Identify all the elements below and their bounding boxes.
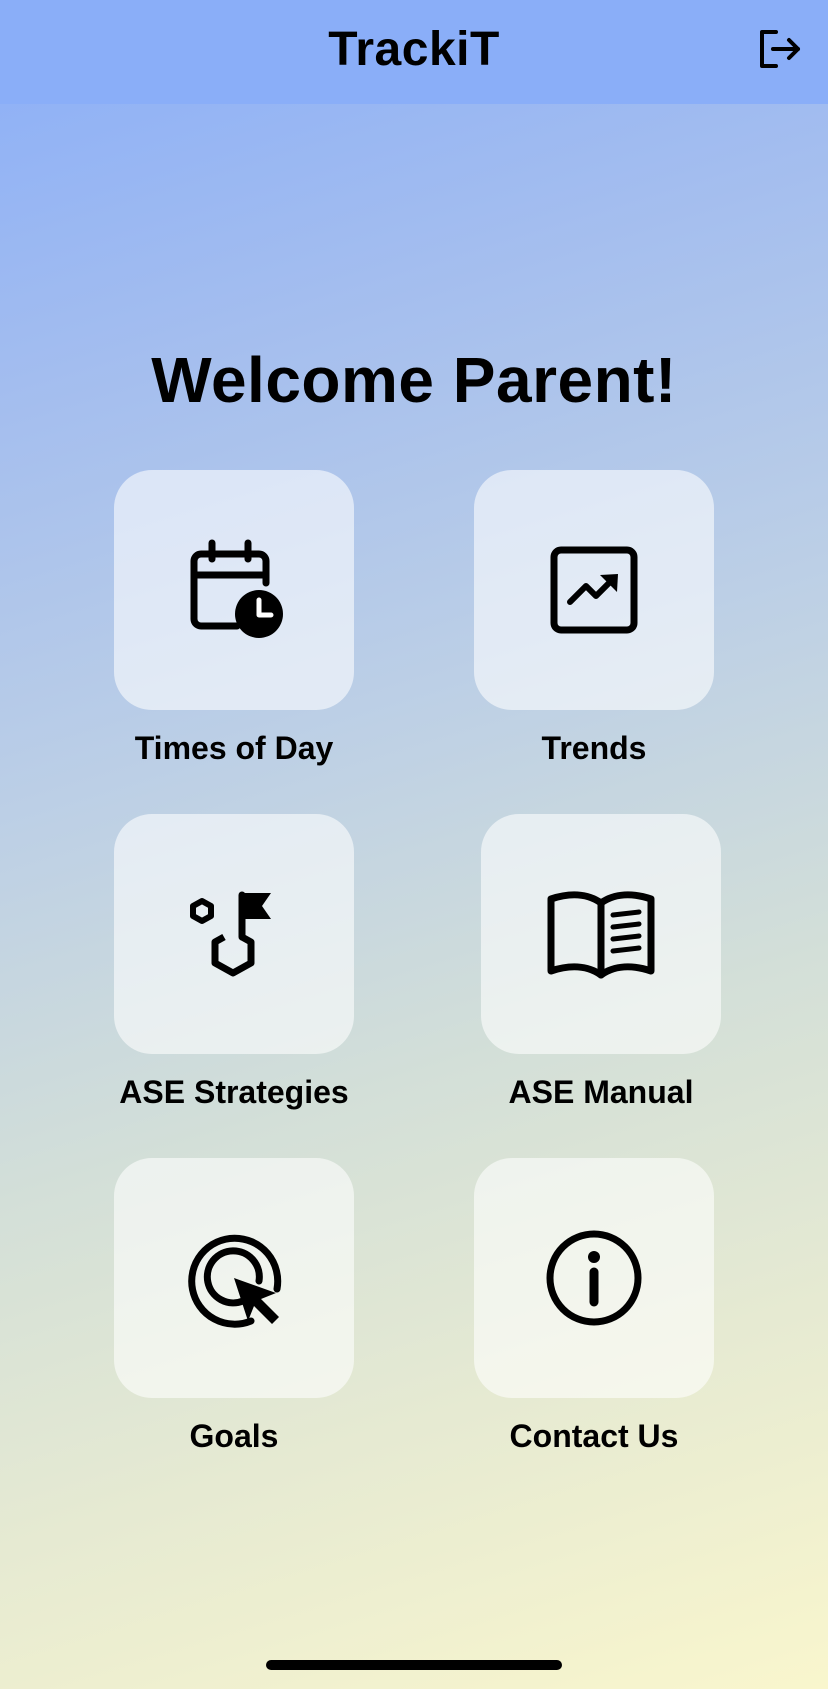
tile-card[interactable] bbox=[114, 814, 354, 1054]
tile-ase-strategies[interactable]: ASE Strategies bbox=[114, 814, 354, 1110]
tile-ase-manual[interactable]: ASE Manual bbox=[481, 814, 721, 1110]
strategy-flag-icon bbox=[179, 879, 289, 989]
app-title: TrackiT bbox=[328, 23, 500, 76]
tile-label: Goals bbox=[189, 1418, 279, 1454]
logout-icon[interactable] bbox=[754, 24, 804, 74]
home-indicator[interactable] bbox=[266, 1660, 562, 1670]
tile-contact-us[interactable]: Contact Us bbox=[474, 1158, 714, 1454]
tile-label: ASE Strategies bbox=[119, 1074, 349, 1110]
tile-label: ASE Manual bbox=[508, 1074, 694, 1110]
tile-card[interactable] bbox=[474, 1158, 714, 1398]
tile-goals[interactable]: Goals bbox=[114, 1158, 354, 1454]
calendar-clock-icon bbox=[179, 535, 289, 645]
target-cursor-icon bbox=[179, 1223, 289, 1333]
tile-card[interactable] bbox=[474, 470, 714, 710]
welcome-heading: Welcome Parent! bbox=[151, 344, 677, 416]
tile-times-of-day[interactable]: Times of Day bbox=[114, 470, 354, 766]
tile-card[interactable] bbox=[114, 470, 354, 710]
app-header: TrackiT bbox=[0, 0, 828, 104]
open-book-icon bbox=[541, 879, 661, 989]
tile-trends[interactable]: Trends bbox=[474, 470, 714, 766]
tile-card[interactable] bbox=[114, 1158, 354, 1398]
tile-label: Times of Day bbox=[134, 730, 334, 766]
tile-label: Contact Us bbox=[509, 1418, 679, 1454]
tile-label: Trends bbox=[541, 730, 647, 766]
info-icon bbox=[542, 1226, 646, 1330]
tile-card[interactable] bbox=[481, 814, 721, 1054]
trend-chart-icon bbox=[544, 540, 644, 640]
